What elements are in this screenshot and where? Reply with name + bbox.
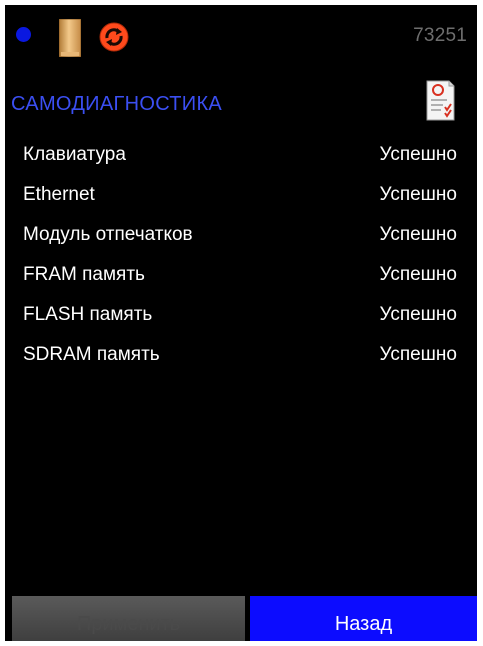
result-label: FLASH память [23,304,153,325]
list-item: Модуль отпечатков Успешно [5,217,477,257]
result-status: Успешно [379,224,457,245]
result-status: Успешно [379,184,457,205]
list-item: Клавиатура Успешно [5,137,477,177]
result-label: Клавиатура [23,144,126,165]
list-item: FLASH память Успешно [5,297,477,337]
result-label: Ethernet [23,184,95,205]
page-title: САМОДИАГНОСТИКА [11,93,223,115]
result-status: Успешно [379,304,457,325]
door-icon [59,19,81,57]
result-label: SDRAM память [23,344,160,365]
sync-icon [99,22,129,52]
list-item: SDRAM память Успешно [5,337,477,377]
result-label: FRAM память [23,264,145,285]
device-screen: 73251 САМОДИАГНОСТИКА Клавиатура Успешно… [5,5,477,641]
device-id: 73251 [413,25,467,46]
results-list: Клавиатура Успешно Ethernet Успешно Моду… [5,137,477,377]
apply-button[interactable]: Применить [12,596,245,641]
result-label: Модуль отпечатков [23,224,193,245]
result-status: Успешно [379,264,457,285]
result-status: Успешно [379,344,457,365]
status-bar: 73251 [5,5,477,77]
list-item: FRAM память Успешно [5,257,477,297]
status-dot-icon [16,27,31,42]
back-button[interactable]: Назад [250,596,477,641]
report-document-icon [426,80,455,121]
result-status: Успешно [379,144,457,165]
list-item: Ethernet Успешно [5,177,477,217]
footer-bar: Применить Назад [5,595,477,641]
